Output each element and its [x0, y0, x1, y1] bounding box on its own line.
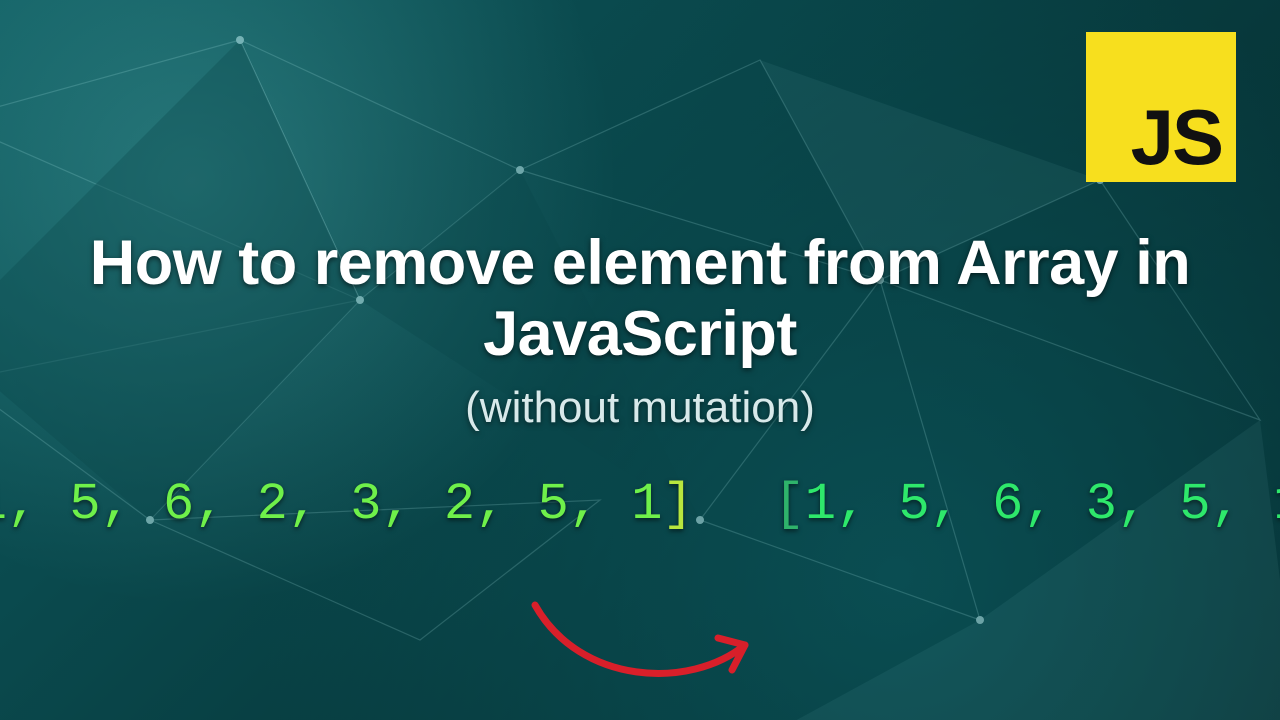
title-text: How to remove element from Array in Java…: [60, 228, 1220, 369]
array-input: [1, 5, 6, 2, 3, 2, 5, 1]: [0, 475, 694, 534]
content: How to remove element from Array in Java…: [0, 0, 1280, 720]
array-output: [1, 5, 6, 3, 5, 1]: [774, 475, 1280, 534]
bracket-open: [: [774, 475, 805, 534]
subtitle-text: (without mutation): [465, 383, 815, 433]
bracket-close: ]: [662, 475, 693, 534]
array-output-items: 1, 5, 6, 3, 5, 1: [805, 475, 1280, 534]
arrays-row: [1, 5, 6, 2, 3, 2, 5, 1] [1, 5, 6, 3, 5,…: [0, 475, 1280, 534]
array-input-items: 1, 5, 6, 2, 3, 2, 5, 1: [0, 475, 662, 534]
